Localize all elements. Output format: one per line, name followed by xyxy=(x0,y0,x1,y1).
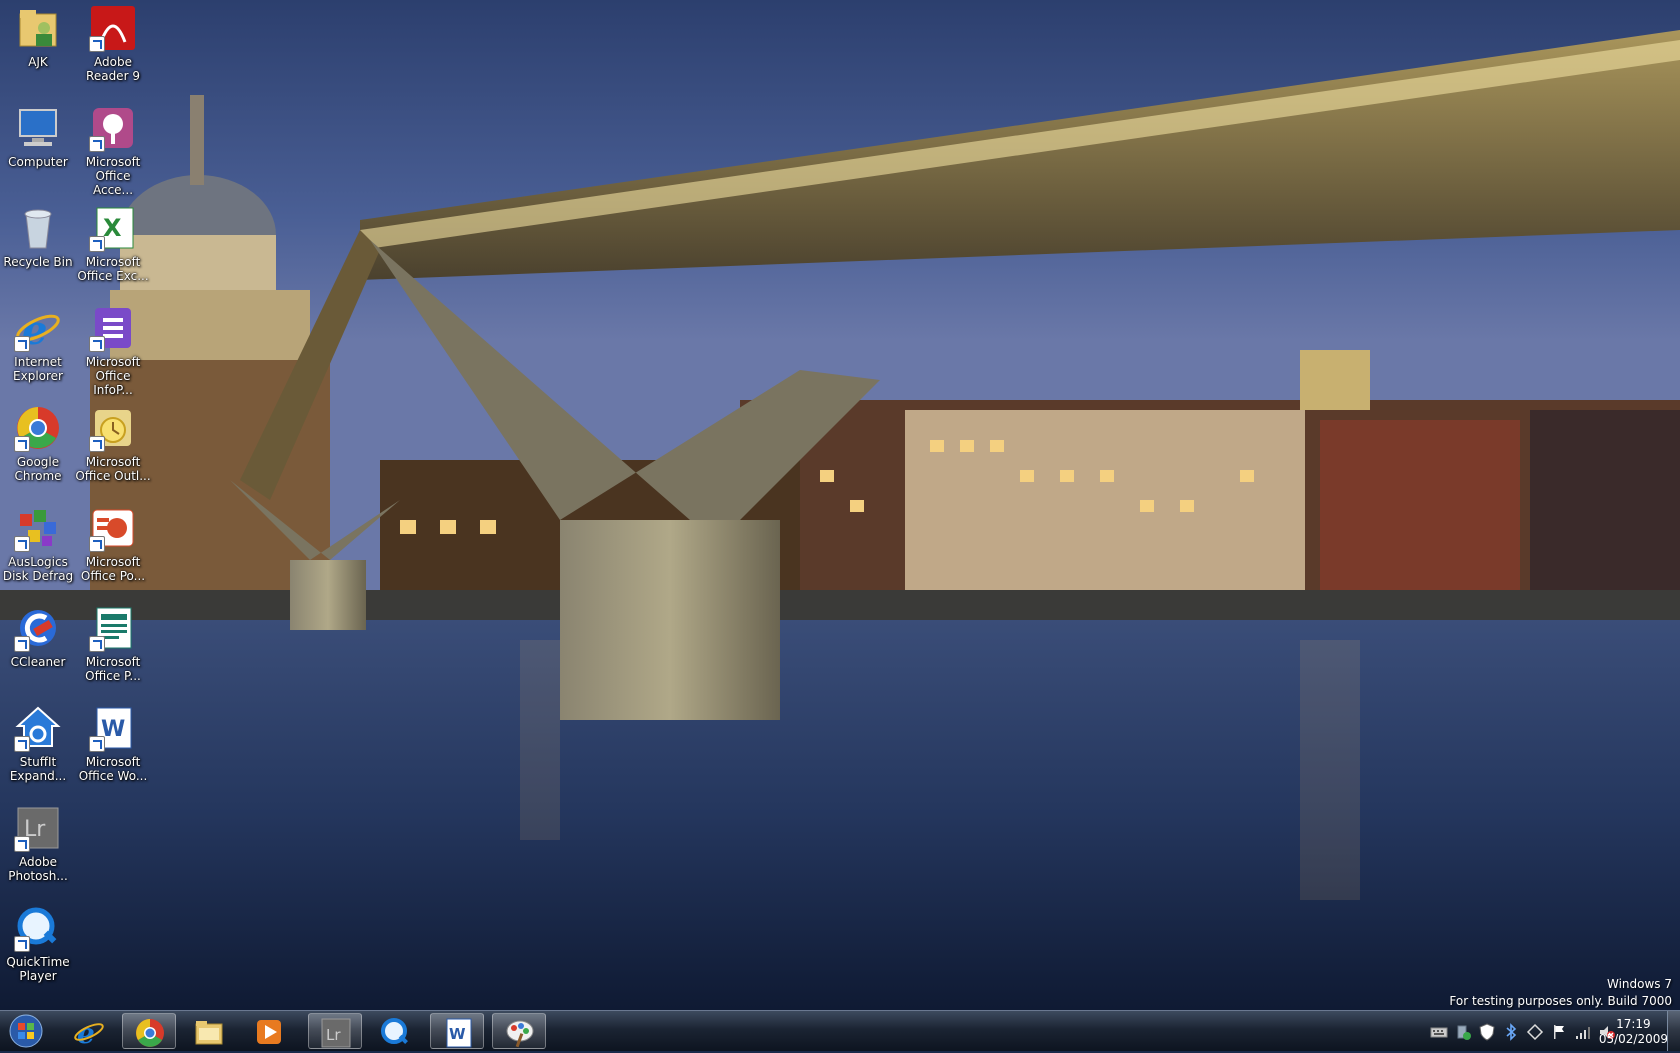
windows-start-orb-icon xyxy=(9,1014,43,1048)
desk-icon-ms-publisher[interactable]: Microsoft Office P... xyxy=(75,602,151,700)
desk-icon-ms-infopath[interactable]: Microsoft Office InfoP... xyxy=(75,302,151,400)
lightroom-icon: Lr xyxy=(321,1018,351,1048)
recycle-bin-icon xyxy=(14,204,62,252)
disk-defrag-icon xyxy=(14,504,62,552)
svg-text:X: X xyxy=(103,214,122,242)
desk-icon-ms-access[interactable]: Microsoft Office Acce... xyxy=(75,102,151,200)
desk-icon-ms-word[interactable]: W Microsoft Office Wo... xyxy=(75,702,151,800)
desk-icon-ms-powerpoint[interactable]: Microsoft Office Po... xyxy=(75,502,151,600)
shortcut-arrow-icon xyxy=(89,136,105,152)
shortcut-arrow-icon xyxy=(89,336,105,352)
taskbar-internet-explorer[interactable]: e xyxy=(62,1013,116,1049)
shortcut-arrow-icon xyxy=(14,536,30,552)
desk-icon-ajk[interactable]: AJK xyxy=(0,2,76,100)
access-icon xyxy=(89,104,137,152)
desk-icon-ccleaner[interactable]: CCleaner xyxy=(0,602,76,700)
shortcut-arrow-icon xyxy=(89,736,105,752)
security-shield-icon[interactable] xyxy=(1478,1023,1496,1041)
taskbar: e Lr W 17:19 05/02/2009 xyxy=(0,1010,1680,1051)
taskbar-media-player[interactable] xyxy=(242,1013,296,1049)
taskbar-quicktime[interactable] xyxy=(368,1013,422,1049)
signal-bars-icon[interactable] xyxy=(1574,1023,1592,1041)
shortcut-arrow-icon xyxy=(14,336,30,352)
keyboard-icon[interactable] xyxy=(1430,1023,1448,1041)
shortcut-arrow-icon xyxy=(89,536,105,552)
taskbar-ms-word[interactable]: W xyxy=(430,1013,484,1049)
shortcut-arrow-icon xyxy=(14,636,30,652)
system-tray xyxy=(1430,1021,1616,1043)
desktop-wallpaper xyxy=(0,0,1680,1010)
start-button[interactable] xyxy=(4,1013,48,1049)
taskbar-lightroom[interactable]: Lr xyxy=(308,1013,362,1049)
desk-icon-lightroom[interactable]: Lr Adobe Photosh... xyxy=(0,802,76,900)
shortcut-arrow-icon xyxy=(89,236,105,252)
watermark-build-info: For testing purposes only. Build 7000 xyxy=(1449,994,1672,1008)
word-icon: W xyxy=(89,704,137,752)
build-watermark: Windows 7 For testing purposes only. Bui… xyxy=(1449,976,1672,1010)
shortcut-arrow-icon xyxy=(14,936,30,952)
taskbar-paint[interactable] xyxy=(492,1013,546,1049)
stuffit-icon xyxy=(14,704,62,752)
action-center-flag-icon[interactable] xyxy=(1550,1023,1568,1041)
desk-icon-auslogics[interactable]: AusLogics Disk Defrag xyxy=(0,502,76,600)
adobe-reader-icon xyxy=(89,4,137,52)
folder-icon xyxy=(195,1021,223,1045)
safely-remove-icon[interactable] xyxy=(1454,1023,1472,1041)
svg-text:W: W xyxy=(449,1025,466,1043)
outlook-icon xyxy=(89,404,137,452)
desk-icon-ms-excel[interactable]: X Microsoft Office Exc... xyxy=(75,202,151,300)
svg-text:Lr: Lr xyxy=(326,1026,341,1044)
shortcut-arrow-icon xyxy=(89,436,105,452)
taskbar-clock[interactable]: 17:19 05/02/2009 xyxy=(1599,1017,1668,1047)
desk-icon-recycle-bin[interactable]: Recycle Bin xyxy=(0,202,76,300)
media-player-icon xyxy=(257,1020,281,1044)
publisher-icon xyxy=(89,604,137,652)
show-desktop-button[interactable] xyxy=(1667,1011,1680,1051)
shortcut-arrow-icon xyxy=(14,836,30,852)
bluetooth-icon[interactable] xyxy=(1502,1023,1520,1041)
desk-icon-adobe-reader[interactable]: Adobe Reader 9 xyxy=(75,2,151,100)
clock-date: 05/02/2009 xyxy=(1598,1032,1668,1046)
powerpoint-icon xyxy=(89,504,137,552)
chrome-icon xyxy=(136,1019,164,1047)
taskbar-windows-explorer[interactable] xyxy=(182,1013,236,1049)
internet-explorer-icon: e xyxy=(74,1017,104,1048)
paint-icon xyxy=(506,1020,534,1048)
clock-time: 17:19 xyxy=(1616,1017,1651,1031)
quicktime-icon xyxy=(14,904,62,952)
shortcut-arrow-icon xyxy=(89,36,105,52)
shortcut-arrow-icon xyxy=(14,436,30,452)
desk-icon-ms-outlook[interactable]: Microsoft Office Outl... xyxy=(75,402,151,500)
quicktime-icon xyxy=(381,1018,408,1044)
desk-icon-internet-explorer[interactable]: e Internet Explorer xyxy=(0,302,76,400)
watermark-os-name: Windows 7 xyxy=(1606,977,1672,991)
computer-icon xyxy=(14,104,62,152)
user-folder-icon xyxy=(14,4,62,52)
lightroom-icon: Lr xyxy=(14,804,62,852)
taskbar-google-chrome[interactable] xyxy=(122,1013,176,1049)
infopath-icon xyxy=(89,304,137,352)
chrome-icon xyxy=(14,404,62,452)
shortcut-arrow-icon xyxy=(14,736,30,752)
internet-explorer-icon: e xyxy=(14,304,62,354)
network-diamond-icon[interactable] xyxy=(1526,1023,1544,1041)
desk-icon-stuffit[interactable]: StuffIt Expand... xyxy=(0,702,76,800)
desk-icon-quicktime[interactable]: QuickTime Player xyxy=(0,902,76,1000)
desk-icon-computer[interactable]: Computer xyxy=(0,102,76,200)
ccleaner-icon xyxy=(14,604,62,652)
desk-icon-google-chrome[interactable]: Google Chrome xyxy=(0,402,76,500)
word-icon: W xyxy=(446,1018,472,1048)
shortcut-arrow-icon xyxy=(89,636,105,652)
excel-icon: X xyxy=(89,204,137,252)
